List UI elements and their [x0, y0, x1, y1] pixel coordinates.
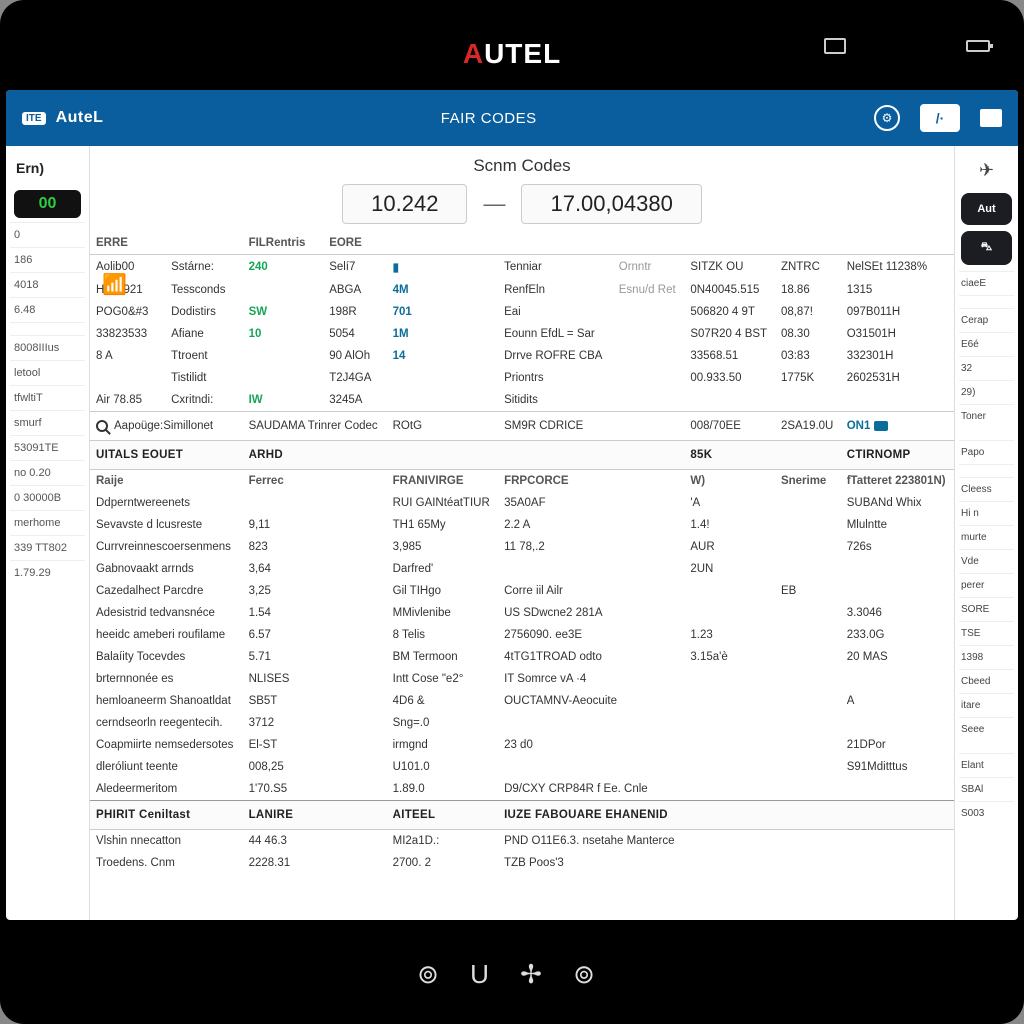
right-rail-item[interactable]: Hi n: [959, 501, 1014, 525]
battery-icon: [966, 40, 990, 52]
right-rail-item[interactable]: [959, 295, 1014, 308]
table-row[interactable]: brternnonée esNLISESIntt Cose "e2°IT Som…: [90, 668, 954, 690]
left-rail-item[interactable]: merhome: [10, 510, 85, 535]
app-screen: ITE AuteL FAIR CODES ⚙ /· Ern) 00 018640…: [6, 90, 1018, 920]
left-rail-item[interactable]: 339 TT802: [10, 535, 85, 560]
table-row[interactable]: heeidc ameberi roufilame6.578 Telis27560…: [90, 624, 954, 646]
table-row[interactable]: Vlshin nnecatton44 46.3MI2a1D.:PND O11E6…: [90, 830, 954, 853]
table-row[interactable]: 8 ATtroent90 AlOh14Drrve ROFRE CBA33568.…: [90, 345, 954, 367]
table-row[interactable]: Balaíity Tocevdes5.71BM Termoon4tTG1TROA…: [90, 646, 954, 668]
left-rail-label: Ern): [10, 154, 85, 186]
table-row[interactable]: 33823533Afiane1050541MEounn EfdL = SarS0…: [90, 323, 954, 345]
right-rail-item[interactable]: 29): [959, 380, 1014, 404]
table-row[interactable]: Coapmiirte nemsedersotesEl-STirmgnd23 d0…: [90, 734, 954, 756]
sim-icon: [824, 38, 846, 54]
left-rail: Ern) 00 018640186.48 8008IIIusletooltfwlt…: [6, 146, 90, 920]
right-rail-item[interactable]: TSE: [959, 621, 1014, 645]
left-rail-item[interactable]: 0: [10, 222, 85, 247]
table-row[interactable]: Aledeermeritom1'70.S51.89.0D9/CXY CRP84R…: [90, 778, 954, 801]
left-rail-item[interactable]: 186: [10, 247, 85, 272]
right-rail-item[interactable]: Toner: [959, 404, 1014, 428]
right-rail-item[interactable]: Cerap: [959, 308, 1014, 332]
left-rail-item[interactable]: letool: [10, 360, 85, 385]
left-rail-item[interactable]: 4018: [10, 272, 85, 297]
table-row[interactable]: POG0&#3DodistirsSW198R701Eai506820 4 9T0…: [90, 301, 954, 323]
left-rail-item[interactable]: 8008IIIus: [10, 335, 85, 360]
left-rail-item[interactable]: 53091TE: [10, 435, 85, 460]
auto-button[interactable]: Aut: [961, 193, 1012, 225]
right-rail-item[interactable]: 1398: [959, 645, 1014, 669]
range-row: 10.242 — 17.00,04380: [90, 182, 954, 232]
right-rail-item[interactable]: 32: [959, 356, 1014, 380]
table-row[interactable]: Air 78.85Cxritndi:IW3245ASitidits: [90, 389, 954, 412]
device-status-bar: AUTEL: [6, 18, 1018, 90]
left-rail-item[interactable]: smurf: [10, 410, 85, 435]
table-row[interactable]: Troedens. Cnm2228.312700. 2TZB Poos'3: [90, 852, 954, 874]
table-row[interactable]: cerndseorln reegentecih.3712Sng=.0: [90, 712, 954, 734]
table-row[interactable]: TistilidtT2J4GAPriontrs00.933.501775K260…: [90, 367, 954, 389]
plane-icon[interactable]: ✈: [959, 154, 1014, 187]
left-rail-item[interactable]: tfwltiT: [10, 385, 85, 410]
right-rail-item[interactable]: SBAl: [959, 777, 1014, 801]
right-rail-item[interactable]: murte: [959, 525, 1014, 549]
right-rail-item[interactable]: [959, 464, 1014, 477]
table-row[interactable]: Cazedalhect Parcdre3,25Gil TIHgoCorre ii…: [90, 580, 954, 602]
search-icon[interactable]: [96, 420, 108, 432]
table-row[interactable]: DdperntwereenetsRUI GAINtéatTIUR35A0AF'A…: [90, 492, 954, 514]
folder-icon[interactable]: [980, 109, 1002, 127]
table-row[interactable]: Aolib00Sstárne:240Selí7▮TenniarOrnntrSIT…: [90, 255, 954, 280]
right-rail-item[interactable]: S003: [959, 801, 1014, 825]
status-pill[interactable]: 00: [14, 190, 81, 218]
right-rail-item[interactable]: Seee: [959, 717, 1014, 741]
right-rail: ✈ Aut ⛍ ciaeE CerapE6é3229)Toner Papo Clee…: [954, 146, 1018, 920]
right-rail-item[interactable]: Vde: [959, 549, 1014, 573]
right-rail-item[interactable]: E6é: [959, 332, 1014, 356]
right-rail-item[interactable]: ciaeE: [959, 271, 1014, 295]
left-rail-item[interactable]: 0 30000B: [10, 485, 85, 510]
right-rail-item[interactable]: Elant: [959, 753, 1014, 777]
table-row[interactable]: H/29/921TesscondsABGA4MRenfElnEsnu/d Ret…: [90, 279, 954, 301]
search-row: Aapoüge:Simillonet SAUDAMA Trinrer Codec…: [90, 412, 954, 441]
right-rail-item[interactable]: Cleess: [959, 477, 1014, 501]
app-logo-text: AuteL: [56, 109, 104, 127]
device-nav-bar[interactable]: ⊚ U ✢ ⊚: [0, 942, 1024, 1006]
table-row[interactable]: Sevavste d lcusreste9,11TH1 65My2.2 A1.4…: [90, 514, 954, 536]
range-from[interactable]: 10.242: [342, 184, 467, 224]
brand-logo: AUTEL: [463, 38, 561, 70]
mode-button[interactable]: /·: [920, 104, 960, 132]
range-dash: —: [483, 191, 505, 217]
tool-icon[interactable]: ⚙: [874, 105, 900, 131]
main-panel: Scnm Codes 10.242 — 17.00,04380 📶 ERREFI…: [90, 146, 954, 920]
app-bar: ITE AuteL FAIR CODES ⚙ /·: [6, 90, 1018, 146]
table-row[interactable]: hemloaneerm ShanoatldatSB5T4D6 &OUCTAMNV…: [90, 690, 954, 712]
subheader: Scnm Codes: [90, 146, 954, 182]
table-row[interactable]: Adesistrid tedvansnéce1.54MMivlenibeUS S…: [90, 602, 954, 624]
tablet-frame: AUTEL ITE AuteL FAIR CODES ⚙ /· Ern) 00 …: [0, 0, 1024, 1024]
section-header: PHIRIT CeniltastLANIREAITEELIUZE FABOUAR…: [90, 801, 954, 830]
sub-header: RaijeFerrecFRANIVIRGEFRPCORCEW)SnerimefT…: [90, 470, 954, 493]
left-rail-item[interactable]: 1.79.29: [10, 560, 85, 585]
left-rail-item[interactable]: [10, 322, 85, 335]
car-button[interactable]: ⛍: [961, 231, 1012, 265]
card-icon: [874, 421, 888, 431]
right-rail-item[interactable]: perer: [959, 573, 1014, 597]
right-rail-item[interactable]: Papo: [959, 440, 1014, 464]
codes-table: ERREFILRentrisEORE Aolib00Sstárne:240Sel…: [90, 232, 954, 874]
table-row[interactable]: dleróliunt teente008,25U101.0S91Mditttus: [90, 756, 954, 778]
table-row[interactable]: Currvreinnescoersenmens8233,98511 78,.2A…: [90, 536, 954, 558]
app-bar-title: FAIR CODES: [127, 110, 850, 127]
left-rail-item[interactable]: no 0.20: [10, 460, 85, 485]
right-rail-item[interactable]: SORE: [959, 597, 1014, 621]
right-rail-item[interactable]: itare: [959, 693, 1014, 717]
left-rail-item[interactable]: 6.48: [10, 297, 85, 322]
section-header: UITALS EOUETARHD85KCTIRNOMP: [90, 441, 954, 470]
range-to[interactable]: 17.00,04380: [521, 184, 701, 224]
app-badge: ITE: [22, 112, 46, 125]
right-rail-item[interactable]: Cbeed: [959, 669, 1014, 693]
table-row[interactable]: Gabnovaakt arrnds3,64Darfred'2UN: [90, 558, 954, 580]
signal-icon: 📶: [102, 272, 127, 297]
